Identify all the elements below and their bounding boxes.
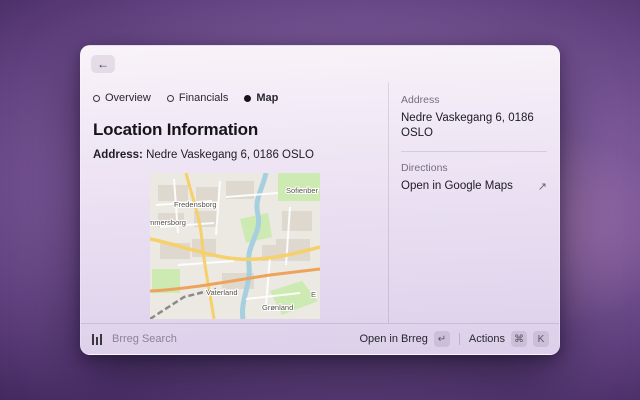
address-label: Address:: [93, 149, 143, 161]
map-label: mmersborg: [150, 218, 186, 227]
sidebar-divider: [401, 151, 547, 152]
open-in-brreg-button[interactable]: Open in Brreg: [359, 333, 427, 345]
back-arrow-icon: ←: [97, 57, 109, 71]
main-panel: Overview Financials Map Location Informa…: [81, 82, 388, 323]
footer-separator: [459, 333, 460, 345]
radio-icon: [93, 95, 100, 102]
page-title: Location Information: [93, 120, 376, 140]
metadata-sidebar: Address Nedre Vaskegang 6, 0186 OSLO Dir…: [389, 82, 559, 323]
sidebar-directions-label: Directions: [401, 162, 547, 174]
external-link-icon: ↗: [538, 180, 547, 193]
enter-key-icon: ↵: [434, 331, 450, 347]
footer-bar: Brreg Search Open in Brreg ↵ Actions ⌘ K: [81, 323, 559, 354]
footer-actions: Open in Brreg ↵ Actions ⌘ K: [359, 331, 549, 347]
sidebar-address-label: Address: [401, 94, 547, 106]
tab-label: Financials: [179, 92, 229, 104]
map-label: Vaterland: [206, 288, 238, 297]
tab-overview[interactable]: Overview: [93, 92, 151, 104]
open-google-maps-label: Open in Google Maps: [401, 179, 513, 194]
tab-label: Overview: [105, 92, 151, 104]
tab-map[interactable]: Map: [244, 92, 278, 104]
cmd-key-icon: ⌘: [511, 331, 527, 347]
radio-icon: [167, 95, 174, 102]
open-google-maps-link[interactable]: Open in Google Maps ↗: [401, 179, 547, 194]
map-label: Grønland: [262, 303, 293, 312]
brreg-logo-icon: [91, 333, 104, 346]
tab-label: Map: [256, 92, 278, 104]
view-tabs: Overview Financials Map: [93, 92, 376, 104]
content-area: Overview Financials Map Location Informa…: [81, 82, 559, 323]
tab-financials[interactable]: Financials: [167, 92, 229, 104]
topbar: ←: [81, 46, 559, 82]
footer-command-name: Brreg Search: [112, 333, 177, 345]
app-window: ← Overview Financials Map Location Infor…: [80, 45, 560, 355]
address-value: Nedre Vaskegang 6, 0186 OSLO: [146, 149, 314, 161]
k-key: K: [533, 331, 549, 347]
address-line: Address: Nedre Vaskegang 6, 0186 OSLO: [93, 149, 376, 161]
radio-selected-icon: [244, 95, 251, 102]
map-image: Fredensborg mmersborg Sofienber Vaterlan…: [150, 173, 320, 319]
map-label: E: [311, 290, 316, 299]
sidebar-address-value: Nedre Vaskegang 6, 0186 OSLO: [401, 111, 547, 141]
map-label: Sofienber: [286, 186, 319, 195]
back-button[interactable]: ←: [91, 55, 115, 73]
map-container: Fredensborg mmersborg Sofienber Vaterlan…: [93, 173, 376, 319]
actions-button[interactable]: Actions: [469, 333, 505, 345]
map-label: Fredensborg: [174, 200, 217, 209]
